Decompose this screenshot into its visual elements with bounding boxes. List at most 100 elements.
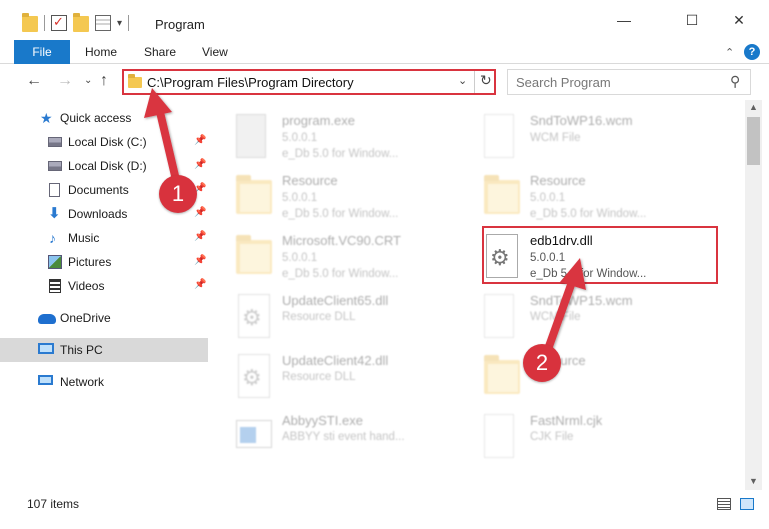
file-list: program.exe 5.0.0.1 e_Db 5.0 for Window.… bbox=[210, 100, 745, 490]
disk-icon bbox=[48, 161, 62, 171]
pin-icon[interactable]: 📌 bbox=[194, 207, 206, 218]
dll-gear-icon bbox=[238, 294, 270, 338]
title-bar: ▾ Program — ☐ ✕ bbox=[0, 0, 769, 40]
folder-icon bbox=[236, 175, 272, 214]
network-icon bbox=[38, 375, 53, 385]
sidebar-item-quick-access[interactable]: ★ Quick access bbox=[0, 106, 208, 130]
file-tile[interactable]: SndToWP15.wcm WCM File bbox=[458, 286, 693, 346]
tab-share[interactable]: Share bbox=[144, 40, 176, 64]
pin-icon[interactable]: 📌 bbox=[194, 279, 206, 290]
sidebar-item-label: Music bbox=[68, 231, 100, 245]
file-name: Resource bbox=[282, 173, 338, 188]
file-tile[interactable]: Resource bbox=[458, 346, 693, 406]
view-options-icon[interactable] bbox=[95, 15, 111, 31]
sidebar-item-music[interactable]: ♪ Music 📌 bbox=[0, 226, 208, 250]
file-name: Microsoft.VC90.CRT bbox=[282, 233, 401, 248]
sidebar-item-local-disk-c[interactable]: Local Disk (C:) 📌 bbox=[0, 130, 208, 154]
annotation-badge-2: 2 bbox=[523, 344, 561, 382]
search-box[interactable]: Search Program ⚲ bbox=[507, 69, 751, 95]
music-icon: ♪ bbox=[49, 230, 56, 246]
pin-icon[interactable]: 📌 bbox=[194, 135, 206, 146]
file-name: AbbyySTI.exe bbox=[282, 413, 363, 428]
scroll-thumb[interactable] bbox=[747, 117, 760, 165]
sidebar-item-network[interactable]: Network bbox=[0, 370, 208, 394]
sidebar-item-label: Videos bbox=[68, 279, 105, 293]
maximize-button[interactable]: ☐ bbox=[669, 0, 715, 40]
sidebar-item-pictures[interactable]: Pictures 📌 bbox=[0, 250, 208, 274]
file-tile[interactable]: Resource 5.0.0.1 e_Db 5.0 for Window... bbox=[210, 166, 445, 226]
sidebar-item-label: Pictures bbox=[68, 255, 112, 269]
up-arrow-icon[interactable]: ↑ bbox=[100, 72, 108, 90]
address-path[interactable]: C:\Program Files\Program Directory bbox=[147, 75, 354, 90]
file-tile[interactable]: SndToWP16.wcm WCM File bbox=[458, 106, 693, 166]
documents-icon bbox=[49, 183, 60, 197]
address-dropdown-chevron-icon[interactable]: ⌄ bbox=[458, 74, 467, 87]
scroll-down-arrow-icon[interactable]: ▼ bbox=[749, 476, 758, 486]
close-button[interactable]: ✕ bbox=[716, 0, 762, 40]
file-type: CJK File bbox=[530, 431, 574, 443]
file-tile[interactable]: AbbyySTI.exe ABBYY sti event hand... bbox=[210, 406, 445, 466]
file-highlight-box bbox=[482, 226, 718, 284]
file-name: program.exe bbox=[282, 113, 355, 128]
file-description: e_Db 5.0 for Window... bbox=[282, 208, 399, 220]
pictures-icon bbox=[48, 255, 62, 269]
customize-toolbar-chevron-icon[interactable]: ▾ bbox=[117, 18, 122, 29]
toolbar-divider bbox=[44, 15, 45, 31]
sidebar-item-label: Local Disk (C:) bbox=[68, 135, 147, 149]
file-version: 5.0.0.1 bbox=[282, 252, 318, 264]
folder-icon bbox=[236, 235, 272, 274]
pin-icon[interactable]: 📌 bbox=[194, 231, 206, 242]
file-name: Resource bbox=[530, 173, 586, 188]
sidebar-item-label: Downloads bbox=[68, 207, 128, 221]
file-tile[interactable]: UpdateClient65.dll Resource DLL bbox=[210, 286, 445, 346]
exe-icon bbox=[236, 114, 266, 158]
search-icon[interactable]: ⚲ bbox=[730, 73, 740, 90]
disk-icon bbox=[48, 137, 62, 147]
vertical-scrollbar[interactable]: ▲ ▼ bbox=[745, 100, 762, 490]
properties-icon[interactable] bbox=[51, 14, 67, 31]
forward-arrow-icon[interactable]: → bbox=[57, 72, 73, 90]
file-name: UpdateClient42.dll bbox=[282, 353, 389, 368]
file-type: WCM File bbox=[530, 311, 581, 323]
file-tile[interactable]: Microsoft.VC90.CRT 5.0.0.1 e_Db 5.0 for … bbox=[210, 226, 445, 286]
back-arrow-icon[interactable]: ← bbox=[26, 72, 42, 90]
navigation-pane: ★ Quick access Local Disk (C:) 📌 Local D… bbox=[0, 100, 210, 490]
address-bar[interactable]: C:\Program Files\Program Directory ⌄ ↻ bbox=[122, 69, 496, 95]
file-type: Resource DLL bbox=[282, 311, 356, 323]
address-row: ← → ⌄ ↑ C:\Program Files\Program Directo… bbox=[0, 64, 769, 100]
sidebar-item-this-pc[interactable]: This PC bbox=[0, 338, 208, 362]
sidebar-item-videos[interactable]: Videos 📌 bbox=[0, 274, 208, 298]
file-tile[interactable]: program.exe 5.0.0.1 e_Db 5.0 for Window.… bbox=[210, 106, 445, 166]
folder-icon[interactable] bbox=[22, 13, 38, 32]
details-view-icon[interactable] bbox=[717, 498, 731, 510]
annotation-badge-1: 1 bbox=[159, 175, 197, 213]
pin-icon[interactable]: 📌 bbox=[194, 159, 206, 170]
tab-view[interactable]: View bbox=[202, 40, 228, 64]
refresh-icon[interactable]: ↻ bbox=[480, 72, 492, 89]
help-icon[interactable]: ? bbox=[744, 44, 760, 60]
pin-icon[interactable]: 📌 bbox=[194, 255, 206, 266]
search-placeholder[interactable]: Search Program bbox=[516, 75, 611, 90]
tiles-view-icon[interactable] bbox=[740, 498, 754, 510]
minimize-button[interactable]: — bbox=[601, 0, 647, 40]
new-folder-icon[interactable] bbox=[73, 13, 89, 32]
ribbon-tabs: File Home Share View ⌃ ? bbox=[0, 40, 769, 64]
status-bar: 107 items bbox=[0, 490, 769, 529]
file-tile[interactable]: UpdateClient42.dll Resource DLL bbox=[210, 346, 445, 406]
collapse-ribbon-icon[interactable]: ⌃ bbox=[725, 46, 734, 59]
document-icon bbox=[484, 114, 514, 158]
item-count: 107 items bbox=[27, 497, 80, 511]
file-name: UpdateClient65.dll bbox=[282, 293, 389, 308]
scroll-up-arrow-icon[interactable]: ▲ bbox=[749, 102, 758, 112]
sidebar-item-onedrive[interactable]: OneDrive bbox=[0, 306, 208, 330]
recent-locations-chevron-icon[interactable]: ⌄ bbox=[84, 75, 92, 86]
file-type: Resource DLL bbox=[282, 371, 356, 383]
file-description: ABBYY sti event hand... bbox=[282, 431, 405, 443]
tab-file[interactable]: File bbox=[14, 40, 70, 64]
file-name: SndToWP15.wcm bbox=[530, 293, 633, 308]
file-tile[interactable]: Resource 5.0.0.1 e_Db 5.0 for Window... bbox=[458, 166, 693, 226]
file-tile[interactable]: FastNrml.cjk CJK File bbox=[458, 406, 693, 466]
tab-home[interactable]: Home bbox=[85, 40, 117, 64]
sidebar-item-label: Local Disk (D:) bbox=[68, 159, 147, 173]
file-version: 5.0.0.1 bbox=[282, 132, 318, 144]
